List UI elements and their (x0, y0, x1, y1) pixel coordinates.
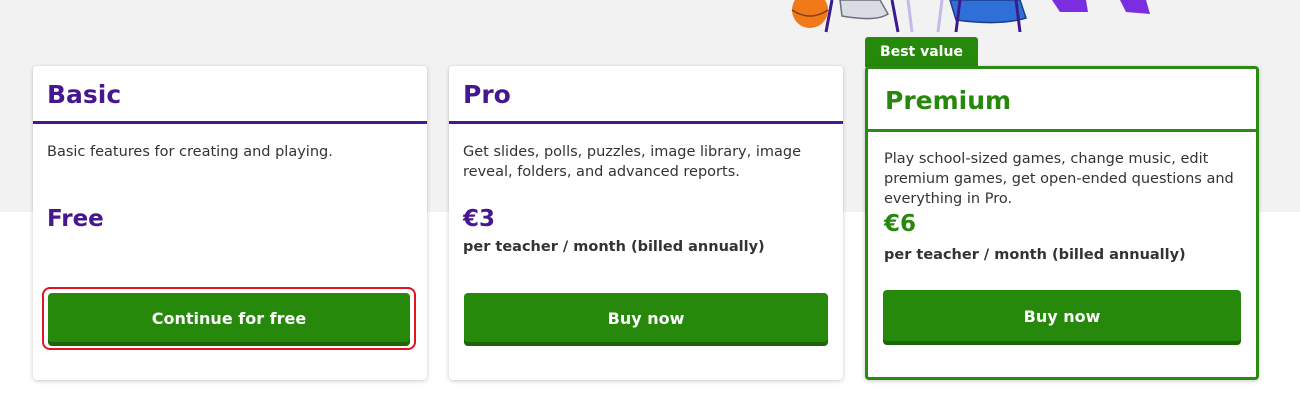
plan-description: Play school-sized games, change music, e… (884, 151, 1234, 207)
plan-card-pro: Pro Get slides, polls, puzzles, image li… (449, 66, 843, 380)
sneaker-icon (839, 0, 889, 20)
plan-card-basic: Basic Basic features for creating and pl… (33, 66, 427, 380)
plan-billing-period: per teacher / month (billed annually) (463, 239, 765, 255)
plan-title: Premium (868, 69, 1256, 132)
buy-premium-button[interactable]: Buy now (883, 290, 1241, 345)
plan-title: Basic (33, 66, 427, 124)
sneaker-icon (949, 0, 1027, 33)
plan-price: €6 (884, 211, 917, 237)
basketball-icon (791, 0, 829, 28)
plan-price: Free (47, 206, 104, 232)
plan-card-premium: Premium Play school-sized games, change … (865, 66, 1259, 380)
best-value-badge: Best value (865, 37, 978, 67)
plan-description: Get slides, polls, puzzles, image librar… (463, 144, 802, 180)
plan-price: €3 (463, 206, 496, 232)
decorative-illustration (791, 0, 1150, 33)
buy-pro-button[interactable]: Buy now (464, 293, 828, 346)
high-heel-icon (1052, 0, 1150, 14)
plan-title: Pro (449, 66, 843, 124)
plan-billing-period: per teacher / month (billed annually) (884, 247, 1186, 263)
continue-for-free-button[interactable]: Continue for free (48, 293, 410, 346)
plan-description: Basic features for creating and playing. (47, 144, 333, 160)
